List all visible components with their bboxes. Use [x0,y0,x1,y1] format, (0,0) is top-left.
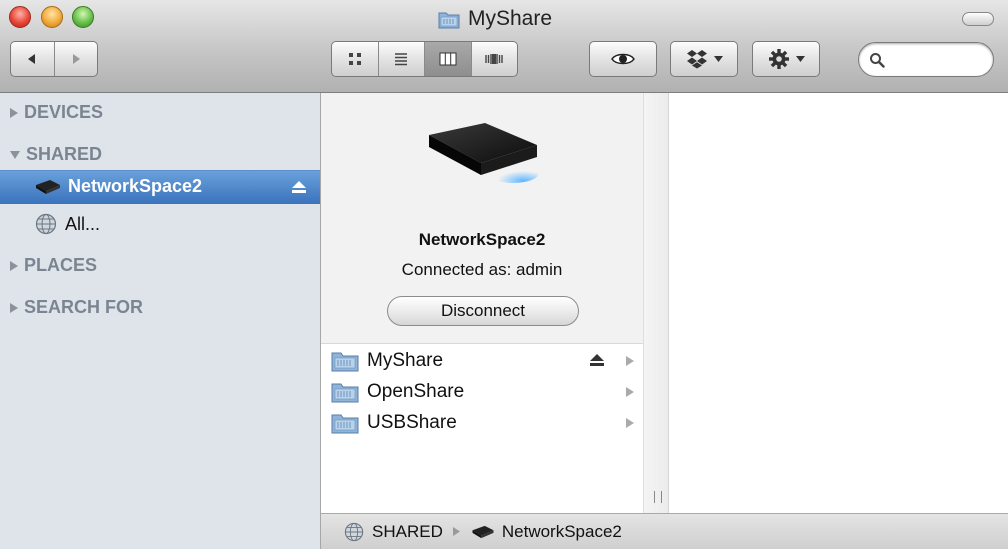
gear-icon [768,49,789,69]
path-segment-device[interactable]: NetworkSpace2 [502,522,622,542]
chevron-right-icon [72,54,80,64]
list-view-icon [395,53,408,66]
column-view-icon [439,52,457,66]
search-field[interactable] [858,42,994,77]
disclosure-triangle-icon [10,150,20,159]
chevron-down-icon [795,56,805,62]
section-label: SEARCH FOR [24,297,144,317]
minimize-window-button[interactable] [41,6,63,28]
finder-window: MyShare DEVICES SHARED NetworkSpace2 All… [0,0,1008,549]
column-browser-pane: NetworkSpace2 Connected as: admin Discon… [321,93,643,513]
chevron-down-icon [713,56,723,62]
eject-icon[interactable] [589,353,605,367]
window-title: MyShare [438,5,552,33]
sidebar-section-devices[interactable]: DEVICES [10,102,103,123]
path-segment-shared[interactable]: SHARED [372,522,443,542]
action-button[interactable] [752,41,820,77]
column-view-button[interactable] [425,42,472,76]
toolbar-toggle-button[interactable] [962,12,994,26]
sidebar-section-places[interactable]: PLACES [10,255,97,276]
dropbox-icon [686,50,707,69]
view-mode-control [331,41,518,77]
forward-button[interactable] [55,42,98,76]
list-view-button[interactable] [379,42,425,76]
server-info-panel: NetworkSpace2 Connected as: admin Discon… [321,93,643,344]
network-drive-icon [36,180,60,194]
network-globe-icon [35,213,57,235]
sidebar-section-shared[interactable]: SHARED [10,144,102,165]
sidebar-item-networkspace2[interactable]: NetworkSpace2 [0,170,320,204]
sidebar: DEVICES SHARED NetworkSpace2 All... PLAC… [0,93,321,549]
connection-status: Connected as: admin [401,260,563,279]
shared-folder-icon [331,352,359,372]
share-row-openshare[interactable]: OpenShare [331,378,637,406]
zoom-window-button[interactable] [72,6,94,28]
share-row-usbshare[interactable]: USBShare [331,409,637,437]
quick-look-button[interactable] [589,41,657,77]
share-label: OpenShare [367,381,465,402]
chevron-right-icon [626,418,634,428]
icon-view-button[interactable] [332,42,379,76]
chevron-right-icon [626,387,634,397]
icon-view-icon [348,53,361,65]
network-globe-icon [344,522,364,541]
sidebar-item-all[interactable]: All... [35,213,100,235]
coverflow-view-icon [485,54,503,64]
shared-folder-icon [438,12,460,28]
network-drive-icon [472,525,494,538]
close-window-button[interactable] [9,6,31,28]
section-label: DEVICES [24,102,104,122]
sidebar-item-label: All... [65,213,101,234]
device-name: NetworkSpace2 [418,230,546,249]
section-label: SHARED [26,144,103,164]
back-forward-control [10,41,98,77]
section-label: PLACES [24,255,98,275]
eye-icon [611,53,635,65]
chevron-right-icon [452,527,460,536]
disclosure-triangle-icon [10,260,18,271]
empty-column-pane [669,93,1008,513]
column-resize-handle[interactable] [654,491,662,503]
eject-icon[interactable] [291,180,307,194]
disclosure-triangle-icon [10,302,18,313]
sidebar-item-label: NetworkSpace2 [68,176,203,196]
shared-folder-icon [331,383,359,403]
sidebar-section-search-for[interactable]: SEARCH FOR [10,297,143,318]
column-divider[interactable] [643,93,669,513]
share-row-myshare[interactable]: MyShare [331,347,637,375]
chevron-left-icon [28,54,36,64]
search-input[interactable] [891,49,987,71]
shared-folder-icon [331,414,359,434]
disconnect-button[interactable]: Disconnect [387,296,579,326]
window-title-text: MyShare [468,7,553,30]
disclosure-triangle-icon [10,107,18,118]
path-bar: SHARED NetworkSpace2 [321,513,1008,549]
toolbar: MyShare [0,0,1008,93]
network-drive-large-icon [429,123,539,183]
share-label: MyShare [367,350,444,371]
share-label: USBShare [367,412,457,433]
search-icon [870,53,885,68]
dropbox-button[interactable] [670,41,738,77]
chevron-right-icon [626,356,634,366]
back-button[interactable] [11,42,55,76]
coverflow-view-button[interactable] [472,42,518,76]
